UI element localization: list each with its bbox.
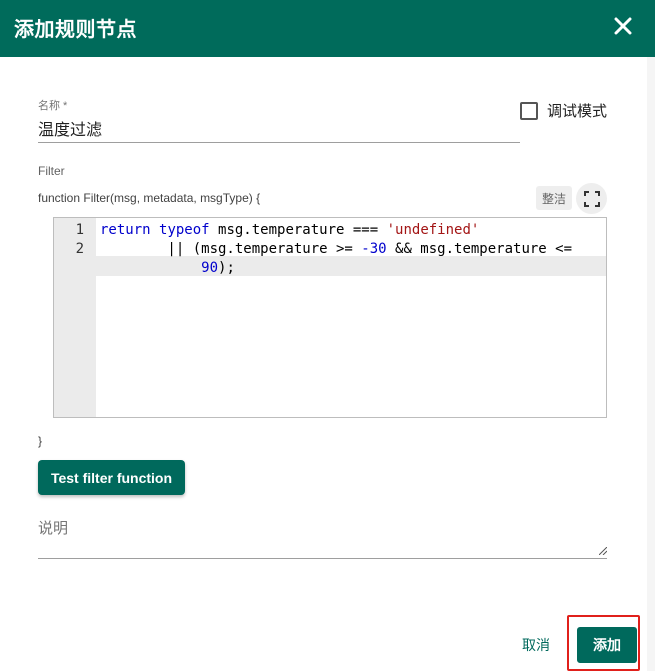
name-input[interactable] bbox=[38, 114, 520, 143]
scrollbar-track[interactable] bbox=[647, 57, 655, 671]
function-signature: function Filter(msg, metadata, msgType) … bbox=[38, 191, 261, 205]
fullscreen-icon bbox=[583, 190, 600, 207]
debug-mode-checkbox[interactable] bbox=[520, 101, 538, 120]
close-button[interactable] bbox=[609, 12, 637, 40]
dialog-title: 添加规则节点 bbox=[14, 19, 137, 41]
debug-mode-toggle[interactable]: 调试模式 bbox=[520, 100, 607, 121]
add-button[interactable]: 添加 bbox=[577, 627, 637, 663]
code-line-1[interactable]: return typeof msg.temperature === 'undef… bbox=[100, 221, 479, 240]
filter-label: Filter bbox=[38, 164, 65, 178]
name-label: 名称 * bbox=[38, 100, 68, 112]
dialog-header: 添加规则节点 bbox=[0, 0, 655, 57]
code-editor[interactable]: 1 2 return typeof msg.temperature === 'u… bbox=[53, 217, 607, 418]
function-closing-brace: } bbox=[38, 434, 43, 448]
description-label: 说明 bbox=[38, 520, 69, 537]
code-line-2[interactable]: || (msg.temperature >= -30 && msg.temper… bbox=[100, 240, 572, 259]
test-filter-function-button[interactable]: Test filter function bbox=[38, 460, 185, 495]
close-icon bbox=[614, 17, 632, 35]
resize-handle-icon[interactable] bbox=[599, 547, 607, 555]
debug-mode-label: 调试模式 bbox=[547, 103, 608, 120]
description-textarea[interactable] bbox=[38, 512, 607, 559]
tidy-button[interactable]: 整洁 bbox=[536, 186, 572, 210]
line-number: 1 bbox=[75, 222, 84, 238]
add-rule-node-dialog: 添加规则节点 名称 * 调试模式 Filter function Filter(… bbox=[0, 0, 655, 671]
code-line-3[interactable]: 90); bbox=[100, 259, 235, 278]
line-number: 2 bbox=[75, 241, 84, 257]
fullscreen-button[interactable] bbox=[576, 183, 607, 214]
cancel-button[interactable]: 取消 bbox=[512, 630, 560, 660]
